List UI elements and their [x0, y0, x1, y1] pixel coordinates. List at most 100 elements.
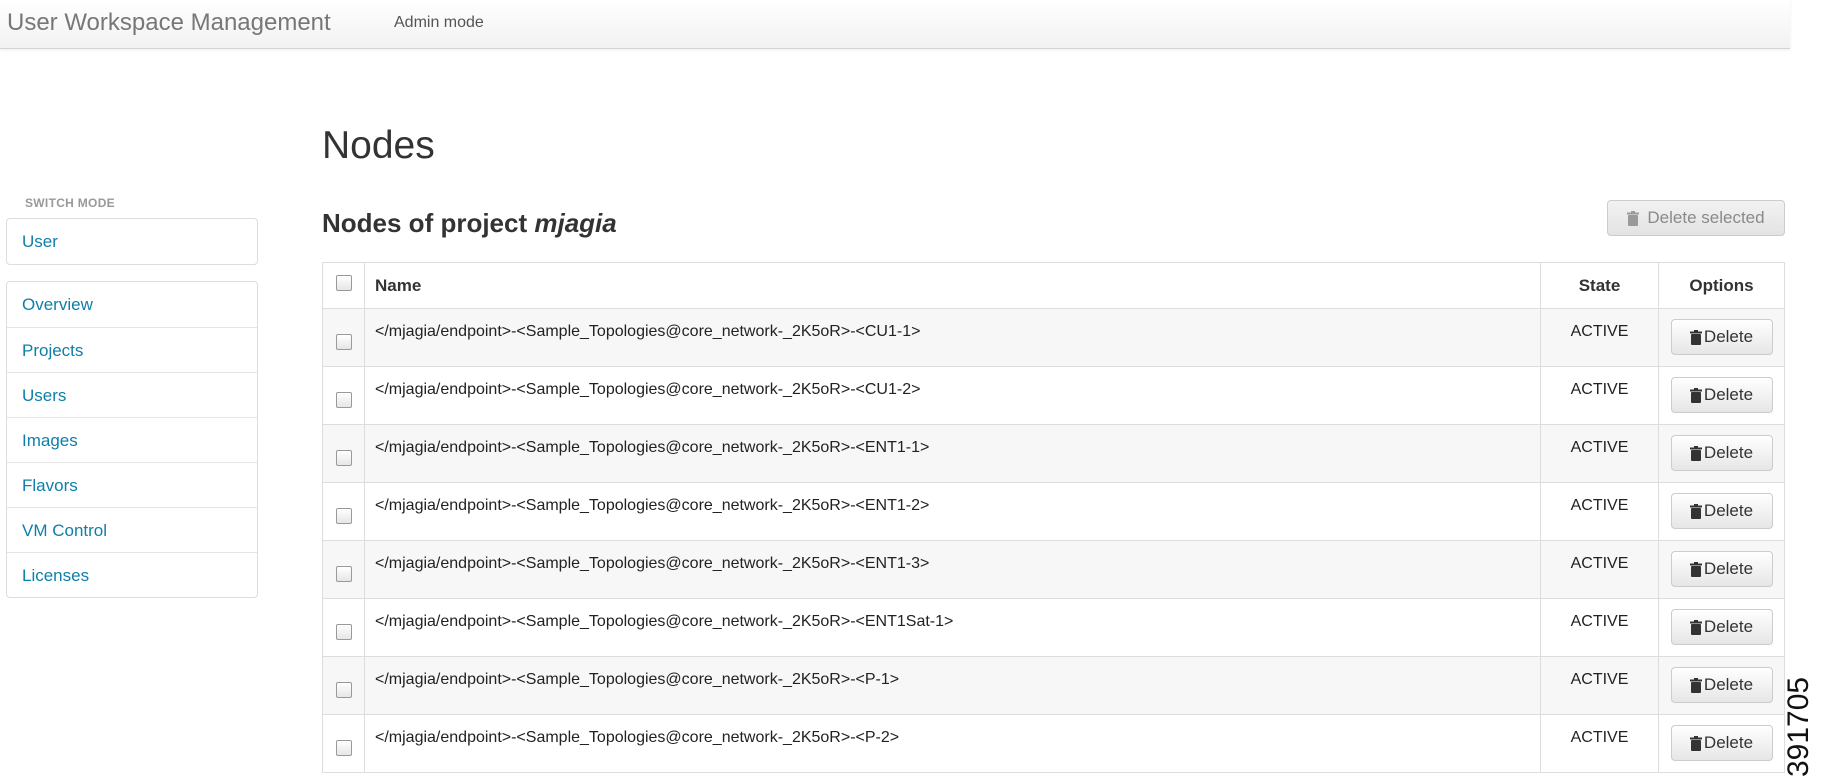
delete-node-button[interactable]: Delete	[1670, 319, 1773, 355]
row-checkbox[interactable]	[335, 740, 352, 756]
table-header-row: Name State Options	[322, 262, 1785, 309]
delete-node-button[interactable]: Delete	[1670, 435, 1773, 471]
row-select-cell	[322, 598, 365, 657]
section-title: Nodes of project mjagia	[322, 208, 617, 239]
row-checkbox[interactable]	[335, 392, 352, 408]
node-name: </mjagia/endpoint>-<Sample_Topologies@co…	[364, 366, 1541, 425]
delete-node-button[interactable]: Delete	[1670, 725, 1773, 761]
node-name: </mjagia/endpoint>-<Sample_Topologies@co…	[364, 482, 1541, 541]
options-column-header: Options	[1658, 262, 1785, 309]
row-select-cell	[322, 656, 365, 715]
sidebar-item-images[interactable]: Images	[7, 417, 257, 462]
trash-icon	[1689, 561, 1702, 577]
sidebar-item-projects[interactable]: Projects	[7, 327, 257, 372]
select-all-cell	[322, 262, 365, 309]
figure-number: 391705	[1782, 676, 1815, 777]
node-state: ACTIVE	[1540, 714, 1659, 773]
top-navbar: User Workspace Management Admin mode	[0, 0, 1790, 49]
switch-mode-label: SWITCH MODE	[25, 196, 115, 210]
sidebar-item-user[interactable]: User	[7, 219, 257, 264]
delete-node-button[interactable]: Delete	[1670, 667, 1773, 703]
row-options-cell: Delete	[1658, 308, 1785, 367]
delete-button-label: Delete	[1703, 385, 1754, 404]
sidebar-nav: Overview Projects Users Images Flavors V…	[6, 281, 258, 598]
node-state: ACTIVE	[1540, 598, 1659, 657]
row-checkbox[interactable]	[335, 682, 352, 698]
delete-button-label: Delete	[1703, 501, 1754, 520]
row-checkbox[interactable]	[335, 508, 352, 524]
delete-selected-label: Delete selected	[1647, 208, 1765, 227]
node-state: ACTIVE	[1540, 424, 1659, 483]
delete-button-label: Delete	[1703, 733, 1754, 752]
row-options-cell: Delete	[1658, 482, 1785, 541]
admin-mode-link[interactable]: Admin mode	[394, 14, 484, 32]
row-select-cell	[322, 308, 365, 367]
app-brand[interactable]: User Workspace Management	[7, 9, 331, 37]
node-name: </mjagia/endpoint>-<Sample_Topologies@co…	[364, 540, 1541, 599]
table-row: </mjagia/endpoint>-<Sample_Topologies@co…	[322, 656, 1785, 715]
nodes-table-container: Name State Options </mjagia/endpoint>-<S…	[322, 262, 1785, 773]
trash-icon	[1627, 210, 1640, 226]
row-options-cell: Delete	[1658, 598, 1785, 657]
row-select-cell	[322, 366, 365, 425]
row-checkbox[interactable]	[335, 450, 352, 466]
sidebar-item-users[interactable]: Users	[7, 372, 257, 417]
trash-icon	[1689, 735, 1702, 751]
row-options-cell: Delete	[1658, 424, 1785, 483]
row-checkbox[interactable]	[335, 624, 352, 640]
delete-button-label: Delete	[1703, 559, 1754, 578]
row-options-cell: Delete	[1658, 714, 1785, 773]
node-name: </mjagia/endpoint>-<Sample_Topologies@co…	[364, 308, 1541, 367]
section-title-prefix: Nodes of project	[322, 208, 535, 238]
nodes-table: Name State Options </mjagia/endpoint>-<S…	[322, 262, 1785, 773]
delete-selected-button[interactable]: Delete selected	[1607, 200, 1785, 236]
table-row: </mjagia/endpoint>-<Sample_Topologies@co…	[322, 540, 1785, 599]
sidebar-item-overview[interactable]: Overview	[7, 282, 257, 327]
delete-button-label: Delete	[1703, 675, 1754, 694]
row-options-cell: Delete	[1658, 656, 1785, 715]
table-row: </mjagia/endpoint>-<Sample_Topologies@co…	[322, 714, 1785, 773]
trash-icon	[1689, 445, 1702, 461]
delete-node-button[interactable]: Delete	[1670, 377, 1773, 413]
node-name: </mjagia/endpoint>-<Sample_Topologies@co…	[364, 424, 1541, 483]
table-row: </mjagia/endpoint>-<Sample_Topologies@co…	[322, 598, 1785, 657]
delete-button-label: Delete	[1703, 443, 1754, 462]
project-name: mjagia	[534, 208, 617, 238]
row-options-cell: Delete	[1658, 366, 1785, 425]
node-state: ACTIVE	[1540, 308, 1659, 367]
table-row: </mjagia/endpoint>-<Sample_Topologies@co…	[322, 366, 1785, 425]
trash-icon	[1689, 329, 1702, 345]
nodes-table-body: </mjagia/endpoint>-<Sample_Topologies@co…	[322, 308, 1785, 773]
node-name: </mjagia/endpoint>-<Sample_Topologies@co…	[364, 598, 1541, 657]
row-select-cell	[322, 424, 365, 483]
trash-icon	[1689, 503, 1702, 519]
delete-node-button[interactable]: Delete	[1670, 609, 1773, 645]
row-checkbox[interactable]	[335, 334, 352, 350]
delete-node-button[interactable]: Delete	[1670, 551, 1773, 587]
node-state: ACTIVE	[1540, 656, 1659, 715]
table-row: </mjagia/endpoint>-<Sample_Topologies@co…	[322, 308, 1785, 367]
row-checkbox[interactable]	[335, 566, 352, 582]
state-column-header: State	[1540, 262, 1659, 309]
node-name: </mjagia/endpoint>-<Sample_Topologies@co…	[364, 714, 1541, 773]
delete-button-label: Delete	[1703, 327, 1754, 346]
sidebar-item-flavors[interactable]: Flavors	[7, 462, 257, 507]
node-state: ACTIVE	[1540, 366, 1659, 425]
delete-button-label: Delete	[1703, 617, 1754, 636]
sidebar-item-vm-control[interactable]: VM Control	[7, 507, 257, 552]
table-row: </mjagia/endpoint>-<Sample_Topologies@co…	[322, 482, 1785, 541]
row-options-cell: Delete	[1658, 540, 1785, 599]
row-select-cell	[322, 714, 365, 773]
mode-switch-nav: User	[6, 218, 258, 265]
page-title: Nodes	[322, 124, 435, 167]
select-all-checkbox[interactable]	[335, 275, 352, 291]
table-row: </mjagia/endpoint>-<Sample_Topologies@co…	[322, 424, 1785, 483]
trash-icon	[1689, 619, 1702, 635]
trash-icon	[1689, 677, 1702, 693]
row-select-cell	[322, 540, 365, 599]
name-column-header[interactable]: Name	[364, 262, 1541, 309]
node-state: ACTIVE	[1540, 540, 1659, 599]
node-name: </mjagia/endpoint>-<Sample_Topologies@co…	[364, 656, 1541, 715]
sidebar-item-licenses[interactable]: Licenses	[7, 552, 257, 597]
delete-node-button[interactable]: Delete	[1670, 493, 1773, 529]
